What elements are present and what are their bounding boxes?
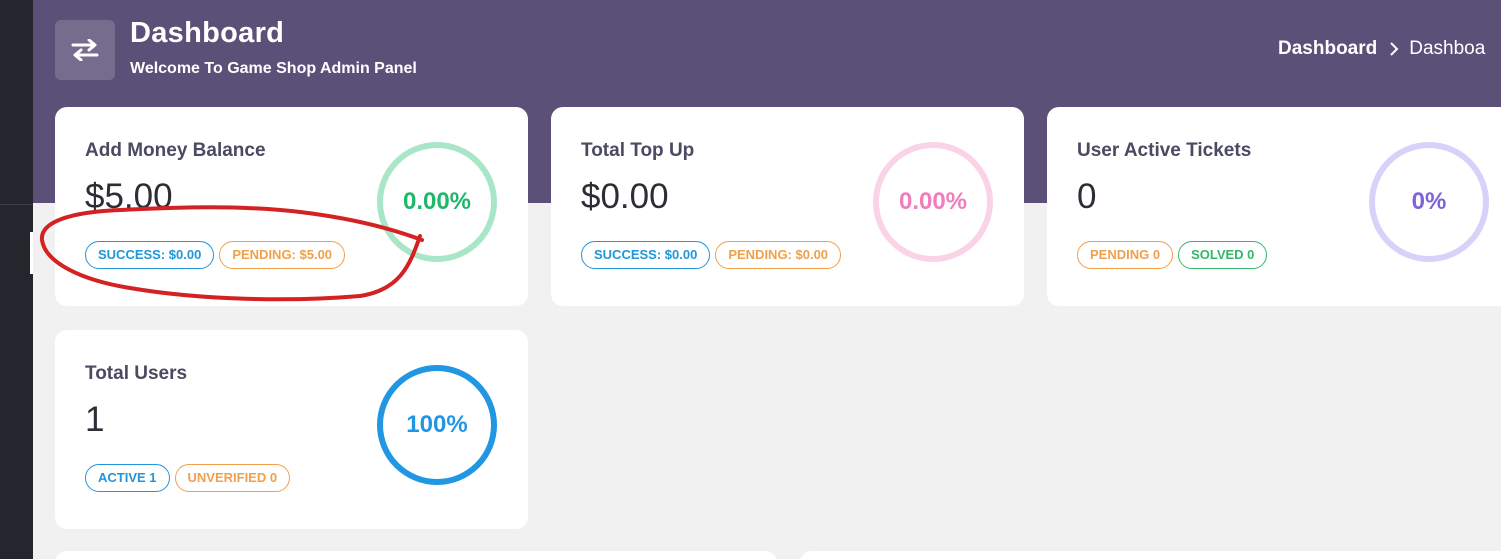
card-title: Add Money Balance bbox=[85, 140, 266, 161]
card-partial-bottom-right bbox=[800, 551, 1501, 559]
card-title: Total Users bbox=[85, 363, 188, 384]
pending-badge[interactable]: PENDING: $5.00 bbox=[219, 241, 346, 269]
solved-badge[interactable]: SOLVED 0 bbox=[1178, 241, 1268, 269]
left-sidebar bbox=[0, 0, 33, 559]
card-title: Total Top Up bbox=[581, 140, 695, 161]
progress-ring-label: 0.00% bbox=[898, 188, 968, 215]
card-user-active-tickets: User Active Tickets 0 PENDING 0 SOLVED 0… bbox=[1047, 107, 1501, 306]
breadcrumb: Dashboard Dashboa bbox=[1278, 38, 1485, 60]
card-total-users: Total Users 1 ACTIVE 1 UNVERIFIED 0 100% bbox=[55, 330, 528, 529]
progress-ring-label: 100% bbox=[406, 411, 468, 438]
success-badge[interactable]: SUCCESS: $0.00 bbox=[581, 241, 711, 269]
card-value: 0 bbox=[1077, 177, 1097, 216]
breadcrumb-home-link[interactable]: Dashboard bbox=[1278, 38, 1377, 60]
progress-ring: 100% bbox=[377, 365, 497, 485]
card-partial-bottom-left bbox=[55, 551, 777, 559]
card-add-money-balance: Add Money Balance $5.00 SUCCESS: $0.00 P… bbox=[55, 107, 528, 306]
page-subtitle: Welcome To Game Shop Admin Panel bbox=[130, 60, 417, 77]
card-value: $0.00 bbox=[581, 177, 669, 216]
progress-ring: 0.00% bbox=[377, 142, 497, 262]
page-title: Dashboard bbox=[130, 17, 285, 49]
chevron-right-icon bbox=[1389, 41, 1399, 57]
progress-ring-label: 0% bbox=[1411, 188, 1447, 215]
card-value: 1 bbox=[85, 400, 105, 439]
card-total-top-up: Total Top Up $0.00 SUCCESS: $0.00 PENDIN… bbox=[551, 107, 1024, 306]
success-badge[interactable]: SUCCESS: $0.00 bbox=[85, 241, 215, 269]
progress-ring: 0.00% bbox=[873, 142, 993, 262]
swap-arrows-icon bbox=[55, 20, 115, 80]
card-value: $5.00 bbox=[85, 177, 173, 216]
active-badge[interactable]: ACTIVE 1 bbox=[85, 464, 170, 492]
sidebar-divider bbox=[0, 204, 33, 205]
breadcrumb-current: Dashboa bbox=[1409, 38, 1486, 59]
card-title: User Active Tickets bbox=[1077, 140, 1252, 161]
progress-ring-label: 0.00% bbox=[402, 188, 472, 215]
sidebar-active-indicator bbox=[30, 232, 33, 274]
unverified-badge[interactable]: UNVERIFIED 0 bbox=[174, 464, 291, 492]
pending-badge[interactable]: PENDING 0 bbox=[1077, 241, 1174, 269]
progress-ring: 0% bbox=[1369, 142, 1489, 262]
pending-badge[interactable]: PENDING: $0.00 bbox=[715, 241, 842, 269]
